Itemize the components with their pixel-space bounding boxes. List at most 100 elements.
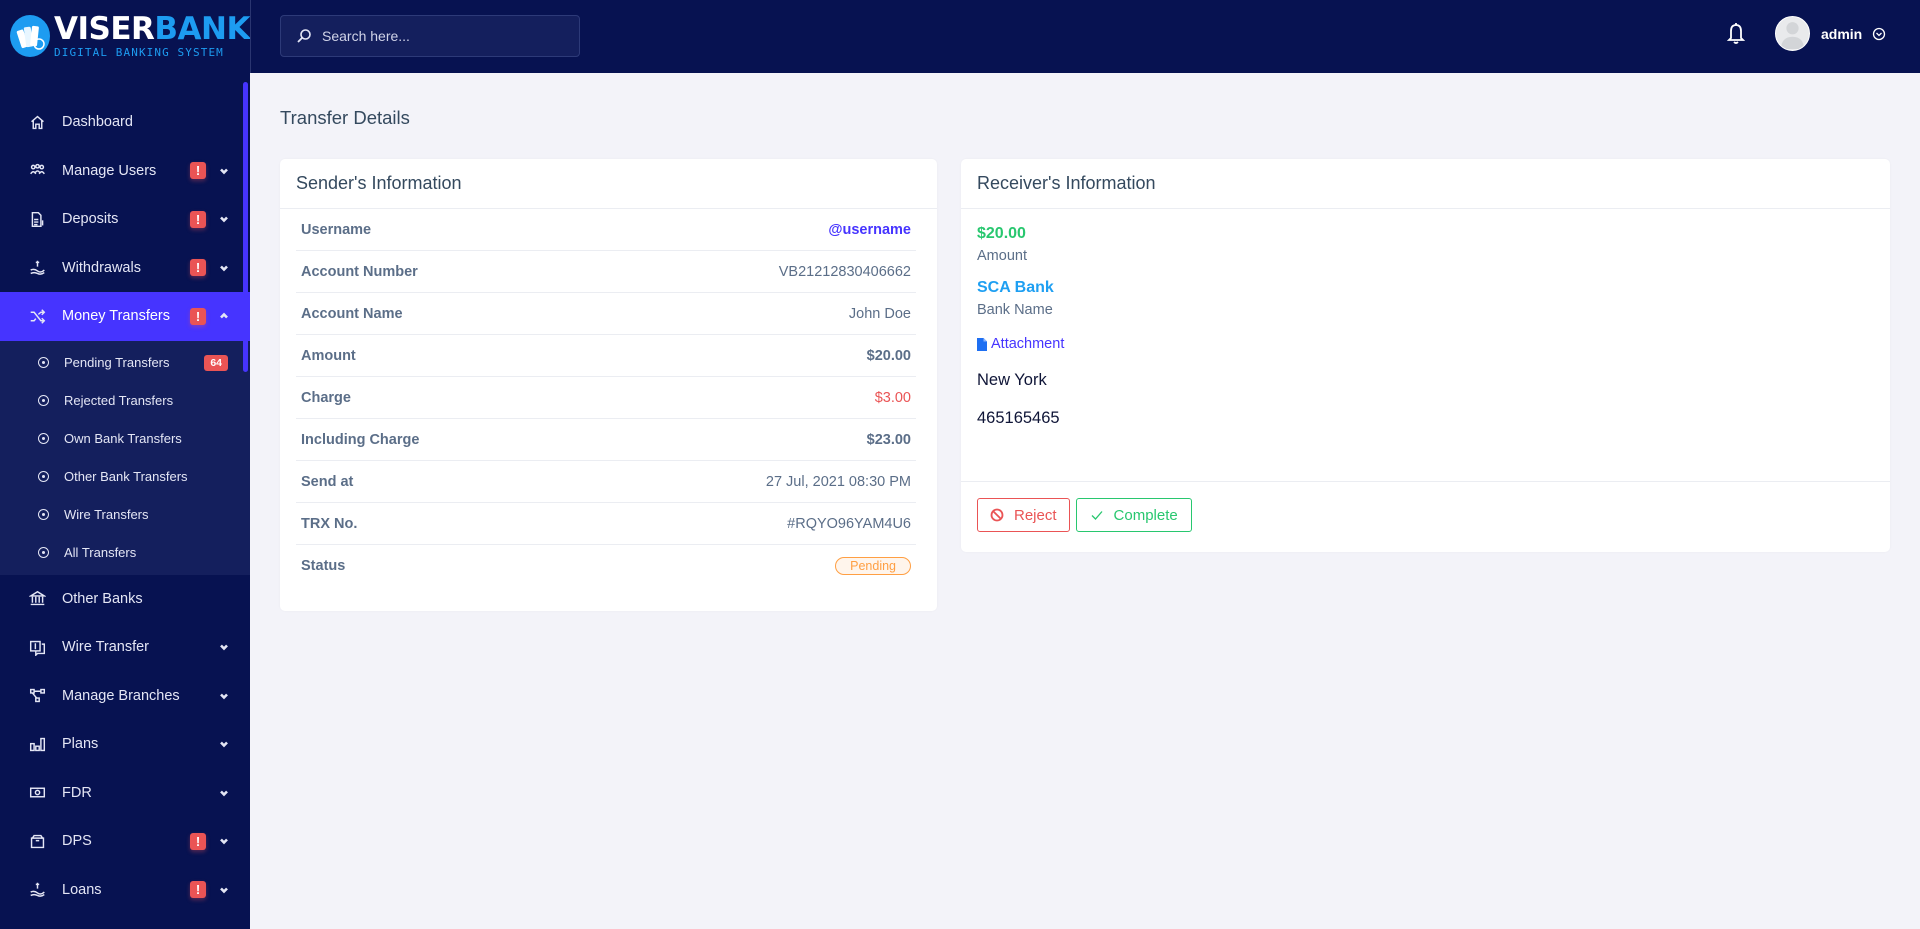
money-transfers-submenu: Pending Transfers 64 Rejected Transfers … [0, 340, 250, 575]
chevron-down-icon [218, 787, 230, 799]
receiver-amount-label: Amount [977, 248, 1027, 264]
shuffle-icon [28, 307, 46, 325]
brand-logo-link[interactable]: VISERBANK DIGITAL BANKING SYSTEM [0, 0, 250, 73]
sidebar-item-money-transfers[interactable]: Money Transfers ! [0, 292, 250, 341]
sidebar-item-manage-users[interactable]: Manage Users ! [0, 147, 250, 196]
search-box[interactable] [280, 15, 580, 57]
bank-icon [28, 590, 46, 608]
topbar: admin [250, 0, 1920, 73]
sender-card-title: Sender's Information [280, 159, 937, 209]
submenu-item-label: Pending Transfers [64, 355, 170, 370]
sidebar-item-manage-branches[interactable]: Manage Branches [0, 672, 250, 721]
submenu-item-own-bank-transfers[interactable]: Own Bank Transfers [0, 420, 250, 458]
chevron-down-icon [218, 738, 230, 750]
row-label: Account Number [301, 263, 418, 280]
money-icon [28, 784, 46, 802]
alert-badge: ! [190, 162, 206, 180]
receiver-info-card: Receiver's Information $20.00 Amount SCA… [961, 159, 1890, 552]
sidebar-item-withdrawals[interactable]: Withdrawals ! [0, 244, 250, 293]
receiver-field-account: 465165465 [977, 409, 1060, 427]
users-icon [28, 162, 46, 180]
sender-info-card: Sender's Information Username @username … [280, 159, 937, 611]
submenu-item-rejected-transfers[interactable]: Rejected Transfers [0, 382, 250, 420]
attachment-link[interactable]: Attachment [977, 336, 1874, 352]
sidebar-item-label: Money Transfers [62, 308, 170, 325]
list-item-charge: Charge $3.00 [296, 377, 916, 419]
sidebar-item-label: Dashboard [62, 114, 133, 131]
search-icon [297, 29, 311, 43]
sidebar-item-dps[interactable]: DPS ! [0, 817, 250, 866]
sidebar-item-label: DPS [62, 833, 92, 850]
username-link[interactable]: @username [828, 222, 911, 238]
chevron-down-icon [218, 641, 230, 653]
search-input[interactable] [322, 28, 562, 44]
bell-icon[interactable] [1725, 21, 1747, 45]
home-icon [28, 113, 46, 131]
row-label: Including Charge [301, 431, 420, 448]
row-value: #RQYO96YAM4U6 [787, 515, 911, 532]
loan-icon [28, 881, 46, 899]
sidebar-item-wire-transfer[interactable]: Wire Transfer [0, 623, 250, 672]
main-content: Transfer Details Sender's Information Us… [280, 73, 1890, 611]
sidebar-menu: Dashboard Manage Users ! Deposits ! With… [0, 73, 250, 914]
chevron-circle-down-icon [1873, 27, 1886, 40]
receiver-bank-label: Bank Name [977, 302, 1053, 318]
row-label: Status [301, 558, 346, 574]
sidebar-item-label: Manage Users [62, 162, 157, 179]
submenu-item-wire-transfers[interactable]: Wire Transfers [0, 496, 250, 534]
complete-button[interactable]: Complete [1075, 498, 1192, 532]
logo-icon [10, 15, 50, 57]
chevron-down-icon [218, 262, 230, 274]
status-badge: Pending [835, 557, 911, 575]
list-item-account-name: Account Name John Doe [296, 293, 916, 335]
list-item-trx-no: TRX No. #RQYO96YAM4U6 [296, 503, 916, 545]
sidebar-item-other-banks[interactable]: Other Banks [0, 575, 250, 624]
brand-name-part2: BANK [154, 11, 250, 47]
withdraw-icon [28, 259, 46, 277]
chevron-down-icon [218, 213, 230, 225]
submenu-item-label: Other Bank Transfers [64, 469, 188, 484]
receiver-bank-name: SCA Bank [977, 279, 1054, 296]
deposit-icon [28, 210, 46, 228]
reject-button[interactable]: Reject [977, 498, 1070, 532]
sidebar-item-label: Other Banks [62, 590, 143, 607]
dot-circle-icon [38, 471, 49, 482]
receiver-card-title: Receiver's Information [961, 159, 1890, 209]
row-value: John Doe [848, 305, 911, 322]
file-icon [977, 337, 987, 351]
chevron-down-icon [218, 835, 230, 847]
sidebar-item-fdr[interactable]: FDR [0, 769, 250, 818]
submenu-item-pending-transfers[interactable]: Pending Transfers 64 [0, 344, 250, 382]
submenu-item-label: All Transfers [64, 545, 137, 560]
row-label: Amount [301, 347, 356, 364]
sidebar-item-label: Loans [62, 881, 102, 898]
wire-icon [28, 638, 46, 656]
row-label: Charge [301, 389, 351, 406]
receiver-details: $20.00 Amount SCA Bank Bank Name Attachm… [961, 209, 1890, 482]
submenu-item-label: Own Bank Transfers [64, 431, 182, 446]
dot-circle-icon [38, 357, 49, 368]
submenu-item-other-bank-transfers[interactable]: Other Bank Transfers [0, 458, 250, 496]
sidebar-item-dashboard[interactable]: Dashboard [0, 98, 250, 147]
attachment-label: Attachment [991, 336, 1065, 352]
complete-label: Complete [1113, 506, 1178, 524]
row-label: Account Name [301, 305, 403, 322]
list-item-send-at: Send at 27 Jul, 2021 08:30 PM [296, 461, 916, 503]
chevron-down-icon [218, 884, 230, 896]
sidebar-item-plans[interactable]: Plans [0, 720, 250, 769]
action-buttons: Reject Complete [961, 482, 1890, 548]
page-title: Transfer Details [280, 107, 410, 128]
chevron-up-icon [218, 310, 230, 322]
submenu-item-label: Wire Transfers [64, 507, 149, 522]
sidebar-item-deposits[interactable]: Deposits ! [0, 195, 250, 244]
submenu-item-all-transfers[interactable]: All Transfers [0, 534, 250, 572]
avatar [1775, 16, 1810, 51]
user-menu[interactable]: admin [1775, 16, 1886, 51]
sidebar-item-label: FDR [62, 784, 92, 801]
sender-info-list: Username @username Account Number VB2121… [280, 209, 937, 587]
list-item-account-number: Account Number VB21212830406662 [296, 251, 916, 293]
alert-badge: ! [190, 210, 206, 228]
sidebar-item-loans[interactable]: Loans ! [0, 866, 250, 915]
list-item-status: Status Pending [296, 545, 916, 587]
pending-count-badge: 64 [204, 354, 228, 371]
